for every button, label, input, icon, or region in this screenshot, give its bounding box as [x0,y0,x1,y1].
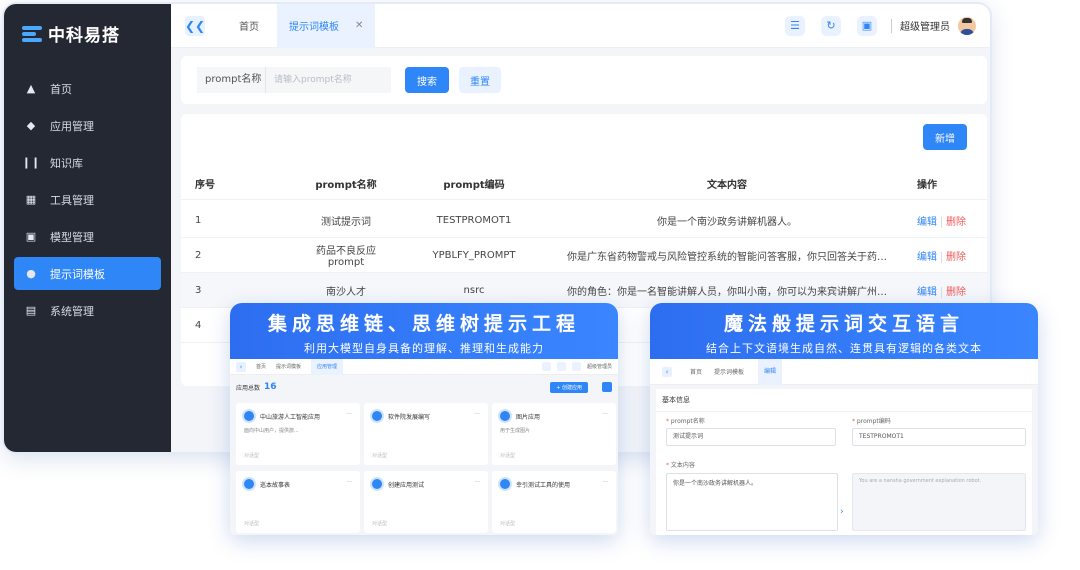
app-icon [372,479,382,489]
brand-logo[interactable]: 中科易搭 [4,4,171,62]
search-input[interactable]: 请输入prompt名称 [265,67,391,93]
mini-screenshot-apps: ‹ 首页 提示词模板 应用管理 超级管理员 应用总数 16 + 创建应用 中山旅游… [230,358,618,535]
app-card: 创建应用测试 ··· 对话型 [364,471,488,533]
user-name[interactable]: 超级管理员 [900,18,950,33]
feature-card-cot: 集成思维链、思维树提示工程 利用大模型自身具备的理解、推理和生成能力 ‹ 首页 … [230,303,618,535]
home-icon: ▲ [26,82,36,95]
feature-card-magic-prompt: 魔法般提示词交互语言 结合上下文语境生成自然、连贯具有逻辑的各类文本 ‹ 首页 … [650,303,1038,535]
bulb-icon: ● [26,267,36,280]
collapse-icon: ‹ [662,366,672,377]
sidebar-item-prompt-templates[interactable]: ● 提示词模板 [14,257,161,290]
feature-title: 集成思维链、思维树提示工程 [267,313,580,335]
edit-form: 基本信息 * prompt名称 测试提示词 * prompt编码 TESTPRO… [656,389,1032,535]
search-label: prompt名称 [197,67,265,93]
topbar: ❮❮ 首页 提示词模板 ✕ ☰ ↻ ▣ 超级管理员 [171,4,990,48]
view-toggle-icon [602,382,612,392]
sidebar-item-models[interactable]: ▣ 模型管理 [14,220,161,253]
prompt-name-field: 测试提示词 [666,428,836,446]
table-header: 序号 prompt名称 prompt编码 文本内容 操作 [181,168,987,200]
refresh-icon [556,362,566,371]
sidebar-item-home[interactable]: ▲ 首页 [14,72,161,105]
delete-link[interactable]: 删除 [941,251,966,263]
feature-header: 魔法般提示词交互语言 结合上下文语境生成自然、连贯具有逻辑的各类文本 [650,303,1038,359]
edit-link[interactable]: 编辑 [917,252,937,263]
mini-topbar: ‹ 首页 提示词模板 编辑 [650,358,1038,385]
sidebar-item-tools[interactable]: ▦ 工具管理 [14,183,161,216]
edit-link[interactable]: 编辑 [917,287,937,298]
books-icon: ❙❙ [21,156,41,169]
avatar[interactable] [958,16,976,35]
app-icon [500,479,510,489]
mini-topbar: ‹ 首页 提示词模板 应用管理 超级管理员 [230,358,618,375]
delete-link[interactable]: 删除 [941,216,966,228]
create-app-button: + 创建应用 [550,381,588,393]
arrow-right-icon: › [840,507,844,517]
app-card: 巡本故事表 ··· 对话型 [236,471,360,533]
feature-subtitle: 利用大模型自身具备的理解、推理和生成能力 [304,342,544,355]
toggle-icon: ▤ [25,304,37,317]
sidebar-item-knowledge[interactable]: ❙❙ 知识库 [14,146,161,179]
diamond-icon: ◆ [26,119,36,132]
reset-button[interactable]: 重置 [459,67,501,93]
app-icon [500,411,510,421]
feature-subtitle: 结合上下文语境生成自然、连贯具有逻辑的各类文本 [706,342,982,355]
app-card: 幸引测试工具的使用 ··· 对话型 [492,471,616,533]
collapse-icon[interactable]: ❮❮ [185,15,205,36]
menu-icon [541,362,551,371]
feature-header: 集成思维链、思维树提示工程 利用大模型自身具备的理解、推理和生成能力 [230,303,618,359]
add-button[interactable]: 新增 [923,124,967,150]
topbar-actions: ☰ ↻ ▣ 超级管理员 [769,15,990,36]
fullscreen-icon [571,362,581,371]
brand-name: 中科易搭 [48,25,120,46]
refresh-icon[interactable]: ↻ [821,15,841,36]
close-icon[interactable]: ✕ [355,20,363,31]
search-button[interactable]: 搜索 [405,67,449,93]
table-row[interactable]: 2 药品不良反应prompt YPBLFY_PROMPT 你是广东省药物警戒与风… [181,238,987,273]
mini-screenshot-edit: ‹ 首页 提示词模板 编辑 基本信息 * prompt名称 测试提示词 * pr… [650,358,1038,535]
prompt-code-field: TESTPROMOT1 [852,428,1026,446]
apps-bar: 应用总数 16 + 创建应用 [236,379,612,395]
section-title: 基本信息 [656,389,1032,412]
translation-field: You are a nansha government explanation … [852,473,1026,531]
app-icon [372,411,382,421]
sidebar-item-apps[interactable]: ◆ 应用管理 [14,109,161,142]
table-row[interactable]: 1 测试提示词 TESTPROMOT1 你是一个南沙政务讲解机器人。 编辑 删除 [181,203,987,238]
collapse-icon: ‹ [236,361,246,372]
sidebar-item-system[interactable]: ▤ 系统管理 [14,294,161,327]
cube-icon: ▣ [25,230,37,243]
app-card: 软件院发展编写 ··· 对话型 [364,403,488,465]
menu-icon[interactable]: ☰ [785,15,805,36]
fullscreen-icon[interactable]: ▣ [857,15,877,36]
grid-icon: ▦ [25,193,37,206]
feature-title: 魔法般提示词交互语言 [723,313,964,335]
tab-prompt-templates[interactable]: 提示词模板 ✕ [277,4,376,48]
delete-link[interactable]: 删除 [941,286,966,298]
app-icon [244,479,254,489]
search-panel: prompt名称 请输入prompt名称 搜索 重置 [181,56,987,104]
app-icon [244,411,254,421]
app-card: 中山旅游人工智能应用 ··· 面向中山用户，提供旅... 对话型 [236,403,360,465]
prompt-content-field: 你是一个南沙政务讲解机器人。 [666,473,838,531]
divider [891,18,892,33]
edit-link[interactable]: 编辑 [917,217,937,228]
tab-home[interactable]: 首页 [227,4,271,48]
app-card: 图片应用 ··· 用于生成图片 对话型 [492,403,616,465]
logo-icon [22,25,42,42]
sidebar: 中科易搭 ▲ 首页 ◆ 应用管理 ❙❙ 知识库 ▦ 工具管理 ▣ 模型管理 ● 提示词模板 … [4,4,171,452]
